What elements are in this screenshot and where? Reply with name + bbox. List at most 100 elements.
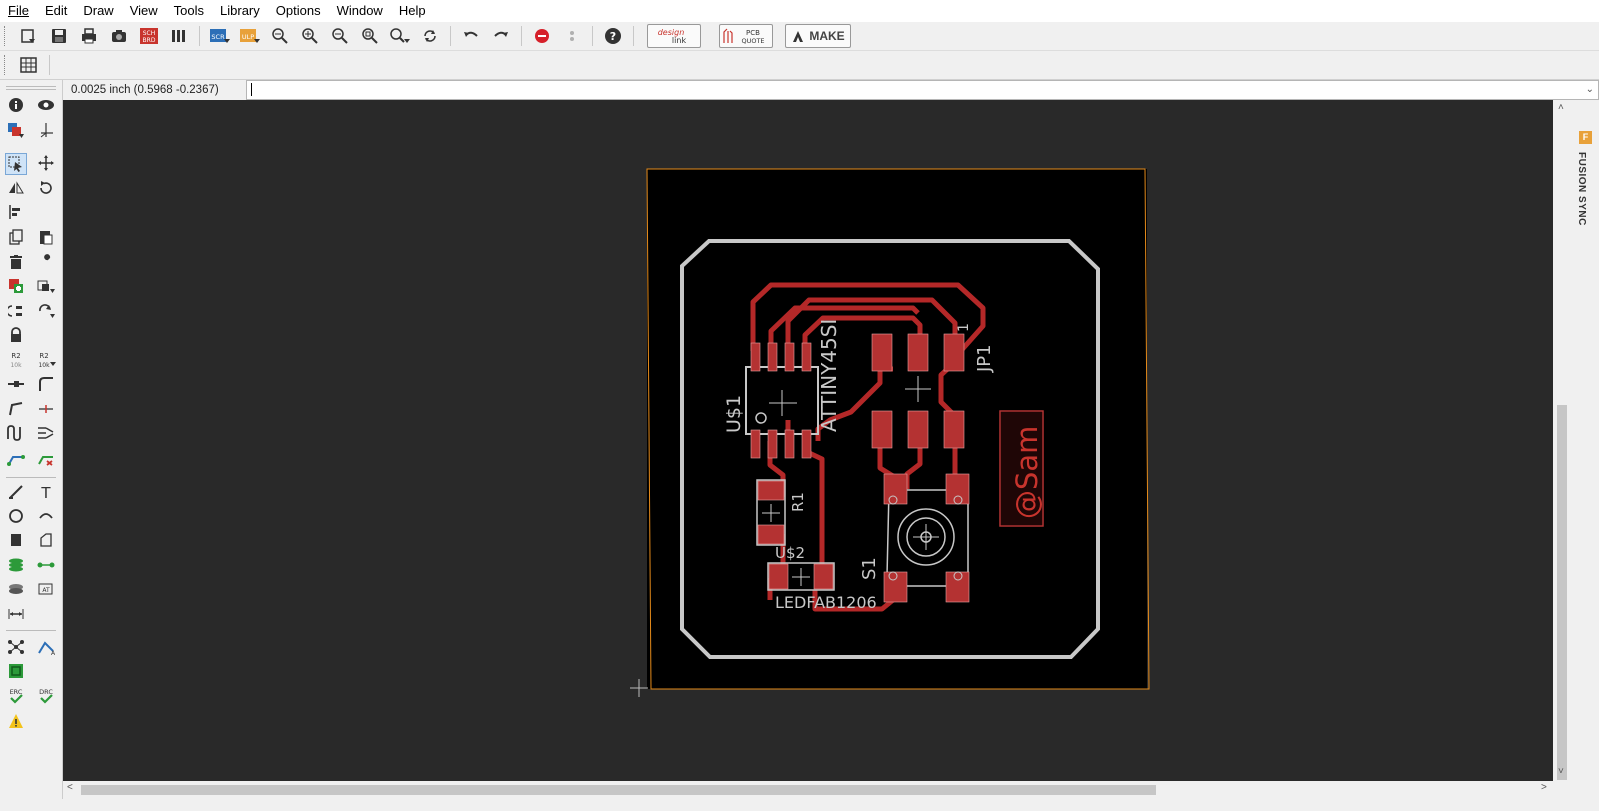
zoom-previous-icon[interactable] (387, 24, 413, 48)
gateswap-icon[interactable] (35, 301, 57, 321)
redraw-icon[interactable] (417, 24, 443, 48)
scroll-up-arrow-icon[interactable]: ˄ (1558, 102, 1564, 113)
slice-icon[interactable] (35, 399, 57, 419)
ratsnest-board-icon[interactable] (5, 661, 27, 681)
zoom-out-icon[interactable] (327, 24, 353, 48)
show-icon[interactable] (35, 95, 57, 115)
replace-icon[interactable] (35, 276, 57, 296)
align-icon[interactable] (5, 202, 27, 222)
coordinate-display: 0.0025 inch (0.5968 -0.2367) (71, 84, 219, 96)
menu-window[interactable]: Window (329, 0, 391, 22)
help-icon[interactable]: ? (600, 24, 626, 48)
toolbar-separator (6, 477, 56, 478)
circle-icon[interactable] (5, 506, 27, 526)
mark-icon[interactable] (35, 120, 57, 140)
optimize-icon[interactable] (5, 399, 27, 419)
wire-icon[interactable] (5, 482, 27, 502)
menu-draw[interactable]: Draw (75, 0, 121, 22)
split-icon[interactable] (5, 374, 27, 394)
display-layers-icon[interactable] (5, 120, 27, 140)
ratsnest-icon[interactable] (5, 637, 27, 657)
jp1-pin1-label: 1 (956, 323, 972, 332)
print-icon[interactable] (76, 24, 102, 48)
select-icon[interactable] (5, 153, 27, 175)
ulp-icon[interactable]: ULP (237, 24, 263, 48)
script-icon[interactable]: SCR (207, 24, 233, 48)
move-icon[interactable] (35, 153, 57, 173)
command-line-input[interactable]: ⌄ (246, 80, 1599, 100)
board-area (647, 169, 1147, 689)
errors-warning-icon[interactable] (5, 711, 27, 731)
scroll-right-arrow-icon[interactable]: > (1541, 782, 1547, 793)
stop-icon[interactable] (529, 24, 555, 48)
arc-icon[interactable] (35, 506, 57, 526)
undo-icon[interactable] (458, 24, 484, 48)
menu-library[interactable]: Library (212, 0, 268, 22)
menu-tools[interactable]: Tools (166, 0, 212, 22)
menu-help[interactable]: Help (391, 0, 434, 22)
change-icon[interactable] (35, 252, 57, 272)
zoom-in-icon[interactable] (297, 24, 323, 48)
fusion-sync-panel[interactable]: F FUSION SYNC (1571, 100, 1599, 811)
dimension-icon[interactable] (5, 604, 27, 624)
fanout-icon[interactable] (35, 423, 57, 443)
autorouter-icon[interactable]: A (35, 637, 57, 657)
via-icon[interactable] (5, 555, 27, 575)
meander-icon[interactable] (5, 423, 27, 443)
ripup-icon[interactable] (35, 448, 57, 468)
open-icon[interactable] (16, 24, 42, 48)
toolbar-grip (6, 89, 56, 90)
erc-icon[interactable]: ERC (5, 686, 27, 706)
board-editor-canvas[interactable]: U$1 ATTINY45SI JP1 1 R1 U$2 LEDFAB1206 S… (63, 100, 1553, 781)
menu-edit[interactable]: Edit (37, 0, 75, 22)
zoom-fit-icon[interactable] (267, 24, 293, 48)
value-icon[interactable]: R2 10k (35, 350, 57, 370)
layer-icon[interactable] (166, 24, 192, 48)
mirror-icon[interactable] (5, 178, 27, 198)
zoom-select-icon[interactable] (357, 24, 383, 48)
go-icon[interactable] (559, 24, 585, 48)
make-button[interactable]: MAKE (785, 24, 851, 48)
vertical-scrollbar[interactable]: ˄ ˅ (1553, 100, 1571, 781)
chevron-down-icon[interactable]: ⌄ (1586, 81, 1594, 99)
hole-icon[interactable] (5, 579, 27, 599)
design-link-button[interactable]: design link (647, 24, 701, 48)
polygon-icon[interactable] (35, 530, 57, 550)
menu-file[interactable]: File (0, 0, 37, 22)
scroll-down-arrow-icon[interactable]: ˅ (1558, 766, 1564, 777)
delete-icon[interactable] (5, 252, 27, 272)
drc-icon[interactable]: DRC (35, 686, 57, 706)
lock-icon[interactable] (5, 325, 27, 345)
sch-brd-switch-icon[interactable]: SCH BRD (136, 24, 162, 48)
menu-options[interactable]: Options (268, 0, 329, 22)
miter-icon[interactable] (35, 374, 57, 394)
toolbar-grip[interactable] (4, 26, 8, 46)
toolbar-grip[interactable] (4, 55, 8, 75)
pinswap-icon[interactable] (5, 301, 27, 321)
smash-icon[interactable]: R2 10k (5, 350, 27, 370)
scroll-left-arrow-icon[interactable]: < (67, 782, 73, 793)
save-icon[interactable] (46, 24, 72, 48)
redo-icon[interactable] (488, 24, 514, 48)
rectangle-icon[interactable] (5, 530, 27, 550)
paste-icon[interactable] (35, 227, 57, 247)
attribute-icon[interactable]: AT (35, 579, 57, 599)
vertical-scroll-thumb[interactable] (1557, 405, 1567, 780)
text-icon[interactable]: T (35, 482, 57, 502)
pcb-quote-button[interactable]: PCB QUOTE (719, 24, 773, 48)
signal-icon[interactable] (35, 555, 57, 575)
cam-processor-icon[interactable] (106, 24, 132, 48)
fusion-sync-tab[interactable]: FUSION SYNC (1576, 152, 1587, 226)
command-toolbar: R2 10k R2 10k T AT A ERC DRC (0, 80, 63, 811)
route-icon[interactable] (5, 448, 27, 468)
svg-text:QUOTE: QUOTE (741, 37, 764, 45)
info-icon[interactable] (5, 95, 27, 115)
add-icon[interactable] (5, 276, 27, 296)
grid-icon[interactable] (16, 53, 42, 77)
menu-view[interactable]: View (122, 0, 166, 22)
horizontal-scroll-thumb[interactable] (81, 785, 1156, 795)
rotate-icon[interactable] (35, 178, 57, 198)
menu-bar: File Edit Draw View Tools Library Option… (0, 0, 1599, 22)
horizontal-scrollbar[interactable]: < > (63, 781, 1553, 799)
copy-icon[interactable] (5, 227, 27, 247)
